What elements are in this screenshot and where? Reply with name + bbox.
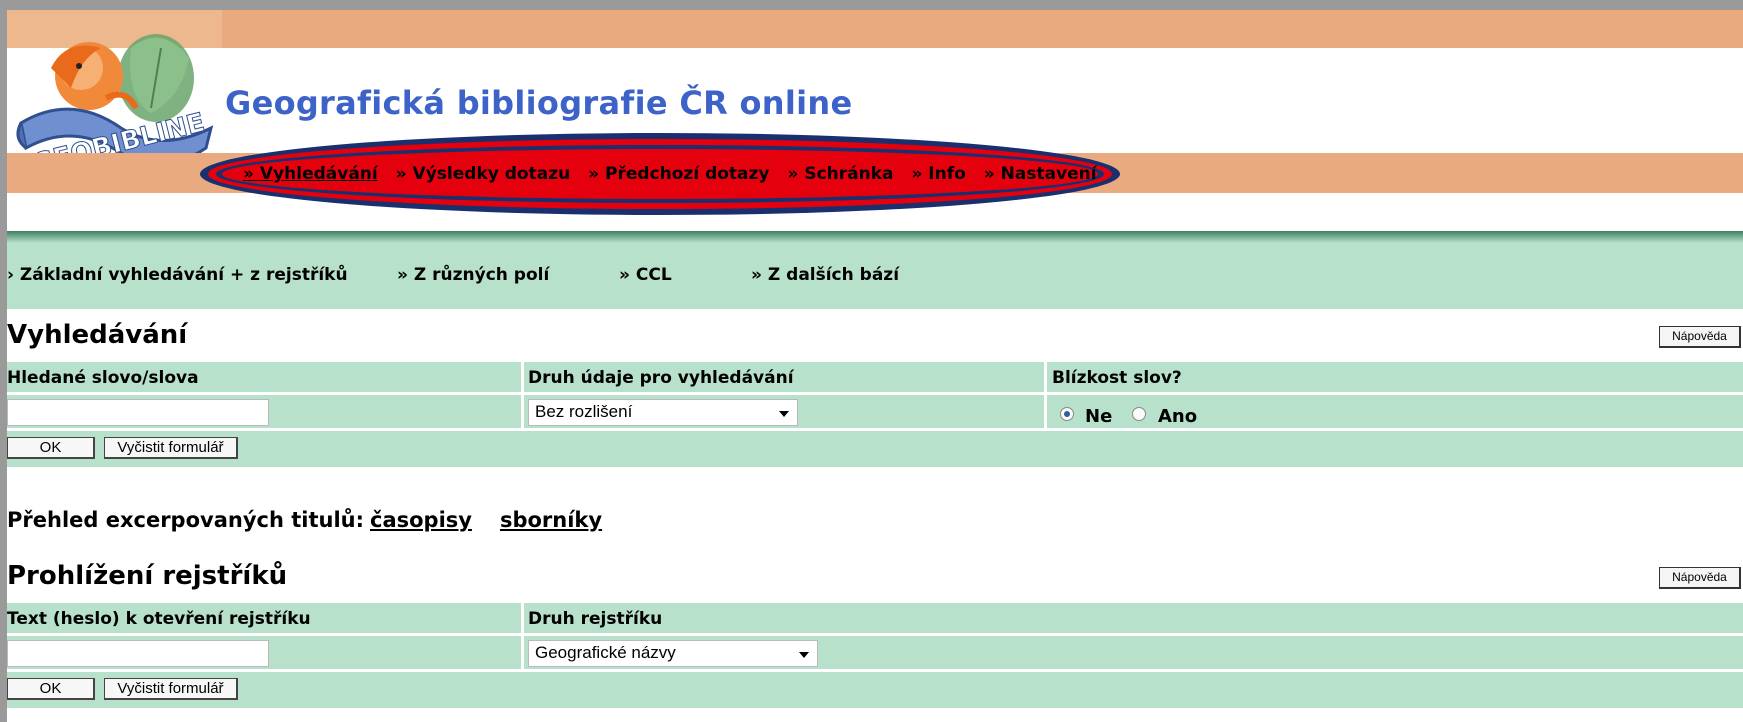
main-nav: » Vyhledávání » Výsledky dotazu » Předch…: [243, 164, 1109, 184]
search-type-selected: Bez rozlišení: [535, 402, 633, 421]
column-divider: [521, 603, 524, 633]
column-divider: [521, 395, 524, 428]
radio-yes-label: Ano: [1158, 406, 1198, 427]
index-type-select[interactable]: Geografické názvy: [528, 640, 818, 667]
search-section-title: Vyhledávání: [7, 320, 188, 350]
index-type-selected: Geografické názvy: [535, 643, 676, 662]
search-header-row: Hledané slovo/slova Druh údaje pro vyhle…: [7, 362, 1743, 392]
excerpted-titles-overview: Přehled excerpovaných titulů: časopisy sbo…: [7, 508, 602, 532]
nav-previous-queries[interactable]: » Předchozí dotazy: [588, 164, 769, 184]
nav-info[interactable]: » Info: [911, 164, 965, 184]
radio-no-label: Ne: [1085, 406, 1113, 427]
tab-basic-search[interactable]: › Základní vyhledávání + z rejstříků: [7, 265, 348, 285]
browse-clear-button[interactable]: Vyčistit formulář: [104, 678, 238, 700]
browse-ok-button[interactable]: OK: [7, 678, 95, 700]
search-ok-button[interactable]: OK: [7, 437, 95, 459]
search-buttons-row: [7, 431, 1743, 467]
radio-proximity-yes[interactable]: [1132, 407, 1146, 421]
search-word-input[interactable]: [7, 399, 269, 426]
site-title: Geografická bibliografie ČR online: [225, 84, 853, 122]
column-divider: [1044, 362, 1047, 392]
col-proximity: Blízkost slov?: [1052, 368, 1182, 388]
nav-query-results[interactable]: » Výsledky dotazu: [396, 164, 571, 184]
column-divider: [1044, 395, 1047, 428]
col-search-word: Hledané slovo/slova: [7, 368, 199, 388]
page: GEOBIBLINE Geografická bibliografie ČR o…: [7, 10, 1743, 722]
browse-header-row: Text (heslo) k otevření rejstříku Druh r…: [7, 603, 1743, 633]
browse-section-title: Prohlížení rejstříků: [7, 561, 288, 591]
tab-ccl[interactable]: » CCL: [619, 265, 672, 285]
browse-buttons-row: [7, 672, 1743, 708]
header-top-band: [7, 10, 1743, 48]
tab-various-fields[interactable]: » Z různých polí: [397, 265, 549, 285]
search-type-select[interactable]: Bez rozlišení: [528, 399, 798, 426]
nav-settings[interactable]: » Nastavení: [984, 164, 1097, 184]
column-divider: [521, 362, 524, 392]
col-index-type: Druh rejstříku: [528, 609, 663, 629]
search-clear-button[interactable]: Vyčistit formulář: [104, 437, 238, 459]
browse-text-input[interactable]: [7, 640, 269, 667]
col-search-type: Druh údaje pro vyhledávání: [528, 368, 794, 388]
search-help-button[interactable]: Nápověda: [1659, 326, 1741, 348]
chevron-down-icon: [779, 411, 789, 417]
tabs-top-line: [7, 231, 1743, 243]
nav-search[interactable]: » Vyhledávání: [243, 164, 378, 184]
radio-proximity-no[interactable]: [1060, 407, 1074, 421]
overview-label: Přehled excerpovaných titulů:: [7, 508, 364, 532]
link-journals[interactable]: časopisy: [370, 508, 472, 532]
chevron-down-icon: [799, 652, 809, 658]
browse-help-button[interactable]: Nápověda: [1659, 567, 1741, 589]
col-browse-text: Text (heslo) k otevření rejstříku: [7, 609, 311, 629]
column-divider: [521, 636, 524, 669]
nav-clipboard[interactable]: » Schránka: [787, 164, 893, 184]
tab-other-databases[interactable]: » Z dalších bází: [751, 265, 899, 285]
link-proceedings[interactable]: sborníky: [500, 508, 602, 532]
